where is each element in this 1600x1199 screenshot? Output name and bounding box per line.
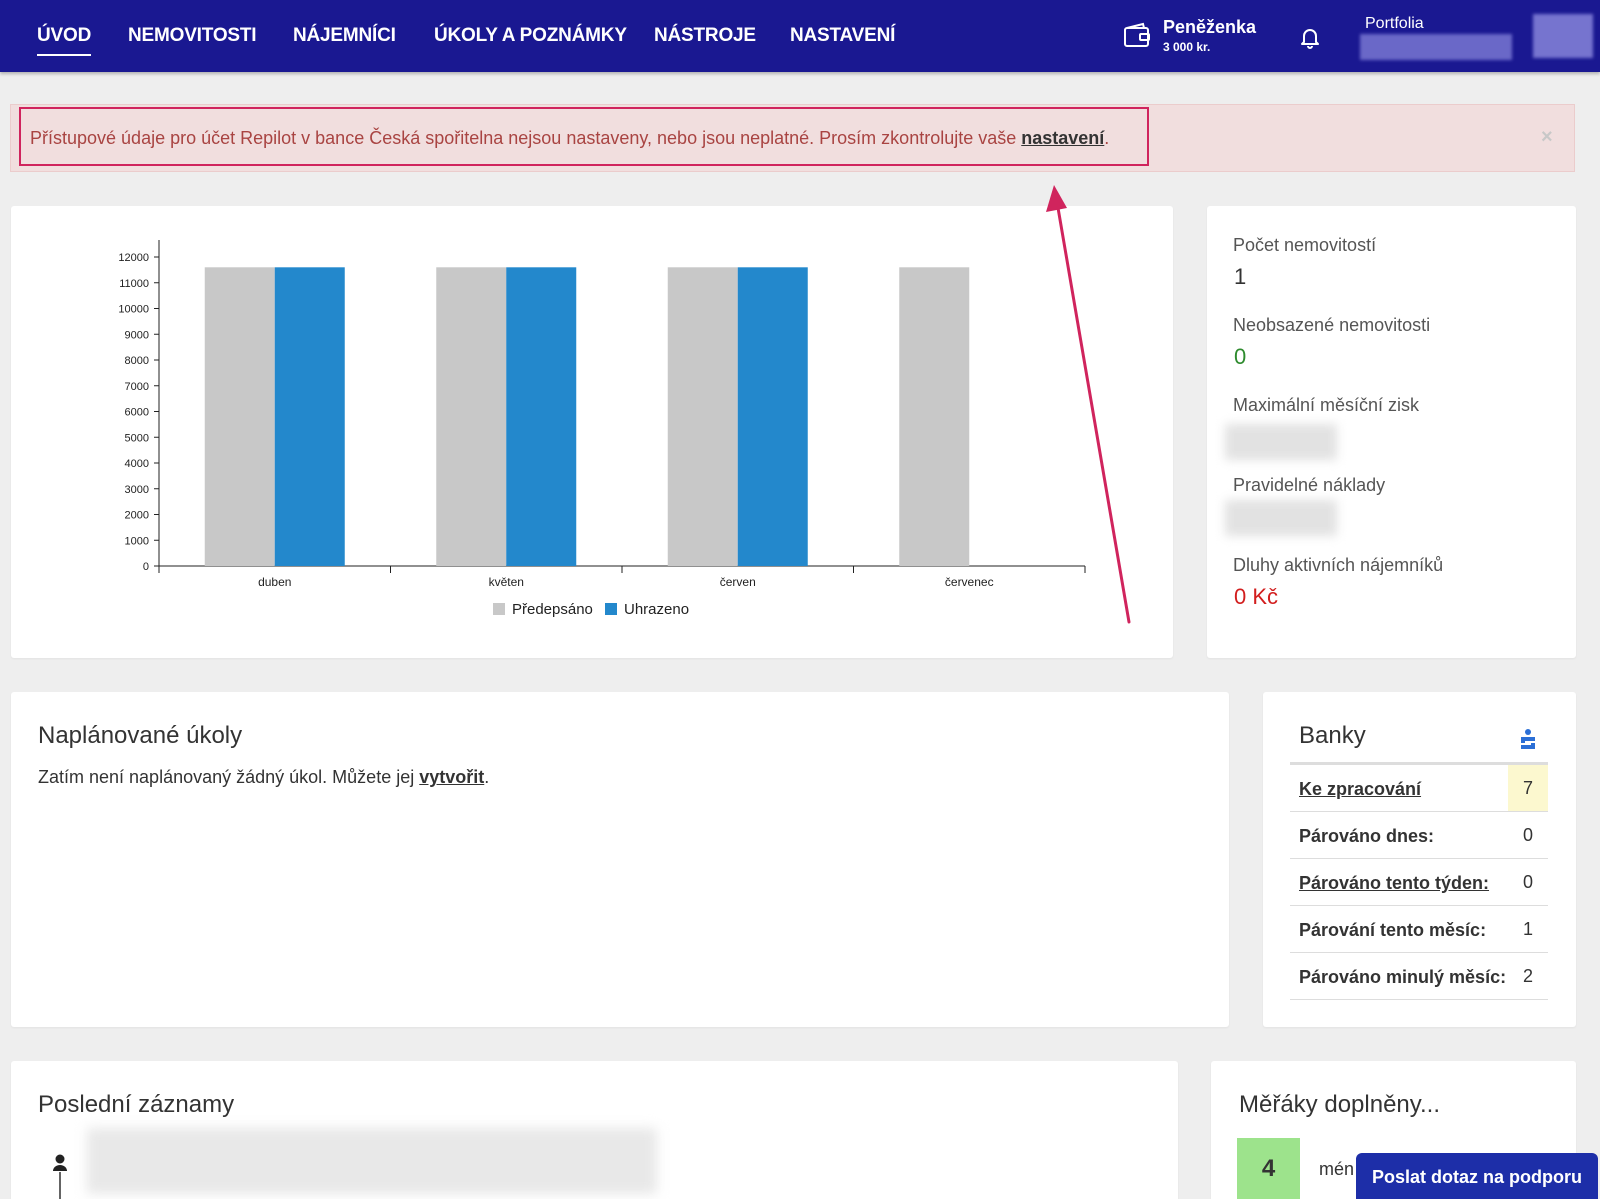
pending-link[interactable]: Ke zpracování xyxy=(1299,779,1421,800)
paired-week-link[interactable]: Párováno tento týden: xyxy=(1299,873,1489,894)
paired-last-month-label: Párováno minulý měsíc: xyxy=(1299,967,1507,987)
regular-costs-label: Pravidelné náklady xyxy=(1233,475,1386,495)
bank-row-week: Párováno tento týden: 0 xyxy=(1290,859,1548,906)
paired-week-value: 0 xyxy=(1522,872,1533,892)
meters-count-badge: 4 xyxy=(1237,1138,1300,1199)
property-count-value: 1 xyxy=(1234,264,1247,289)
x-tick-label: červenec xyxy=(945,575,994,589)
x-tick-label: duben xyxy=(258,575,291,589)
y-tick-label: 11000 xyxy=(119,278,149,290)
bank-row-last-month: Párováno minulý měsíc: 2 xyxy=(1290,953,1548,1000)
legend-label: Předepsáno xyxy=(512,601,593,618)
record-entry-redacted xyxy=(87,1128,657,1194)
vacant-label: Neobsazené nemovitosti xyxy=(1233,315,1431,335)
debts-label: Dluhy aktivních nájemníků xyxy=(1233,555,1444,575)
bar-predepsano xyxy=(667,267,738,566)
bar-uhrazeno xyxy=(274,267,345,566)
max-profit-label: Maximální měsíční zisk xyxy=(1233,395,1420,415)
y-tick-label: 9000 xyxy=(125,329,149,341)
bar-predepsano xyxy=(899,267,970,566)
bank-row-today: Párováno dnes: 0 xyxy=(1290,812,1548,859)
y-tick-label: 4000 xyxy=(125,458,149,470)
bar-predepsano xyxy=(204,267,275,566)
banks-title: Banky xyxy=(1299,722,1366,749)
y-tick-label: 7000 xyxy=(125,381,149,393)
bar-uhrazeno xyxy=(506,267,577,566)
legend-swatch xyxy=(493,603,505,615)
y-tick-label: 12000 xyxy=(118,252,149,264)
legend-label: Uhrazeno xyxy=(624,601,689,618)
tasks-title: Naplánované úkoly xyxy=(38,722,243,749)
x-tick-label: květen xyxy=(489,575,524,589)
paired-month-value: 1 xyxy=(1522,919,1533,939)
paired-today-label: Párováno dnes: xyxy=(1299,826,1435,846)
debts-value: 0 Kč xyxy=(1234,584,1279,609)
paired-last-month-value: 2 xyxy=(1522,966,1533,986)
x-tick-label: červen xyxy=(720,575,756,589)
y-tick-label: 5000 xyxy=(125,432,149,444)
y-tick-label: 3000 xyxy=(125,484,149,496)
y-tick-label: 2000 xyxy=(125,510,149,522)
person-icon xyxy=(53,1154,67,1199)
meters-title: Měřáky doplněny... xyxy=(1239,1091,1440,1118)
pending-value: 7 xyxy=(1508,765,1548,811)
property-count-label: Počet nemovitostí xyxy=(1233,235,1377,255)
y-tick-label: 8000 xyxy=(125,355,149,367)
paired-month-label: Párování tento měsíc: xyxy=(1299,920,1487,940)
y-tick-label: 1000 xyxy=(125,535,149,547)
tasks-suffix: . xyxy=(484,767,490,787)
y-tick-label: 10000 xyxy=(118,304,149,316)
y-tick-label: 6000 xyxy=(125,407,149,419)
max-profit-value-redacted xyxy=(1225,424,1337,460)
paired-today-value: 0 xyxy=(1522,825,1533,845)
bar-predepsano xyxy=(436,267,507,566)
tasks-text: Zatím není naplánovaný žádný úkol. Můžet… xyxy=(38,767,420,787)
meters-text: mén xyxy=(1319,1159,1355,1179)
bank-logo-icon[interactable] xyxy=(1519,728,1537,750)
legend-swatch xyxy=(605,603,617,615)
support-button[interactable]: Poslat dotaz na podporu xyxy=(1356,1153,1598,1199)
bank-row-pending: Ke zpracování 7 xyxy=(1290,765,1548,812)
y-tick-label: 0 xyxy=(143,561,149,573)
regular-costs-value-redacted xyxy=(1225,500,1337,536)
vacant-value: 0 xyxy=(1234,344,1247,369)
records-title: Poslední záznamy xyxy=(38,1091,235,1118)
bank-row-month: Párování tento měsíc: 1 xyxy=(1290,906,1548,953)
bar-uhrazeno xyxy=(737,267,808,566)
create-task-link[interactable]: vytvořit xyxy=(419,767,484,787)
tasks-empty-message: Zatím není naplánovaný žádný úkol. Můžet… xyxy=(38,767,489,788)
